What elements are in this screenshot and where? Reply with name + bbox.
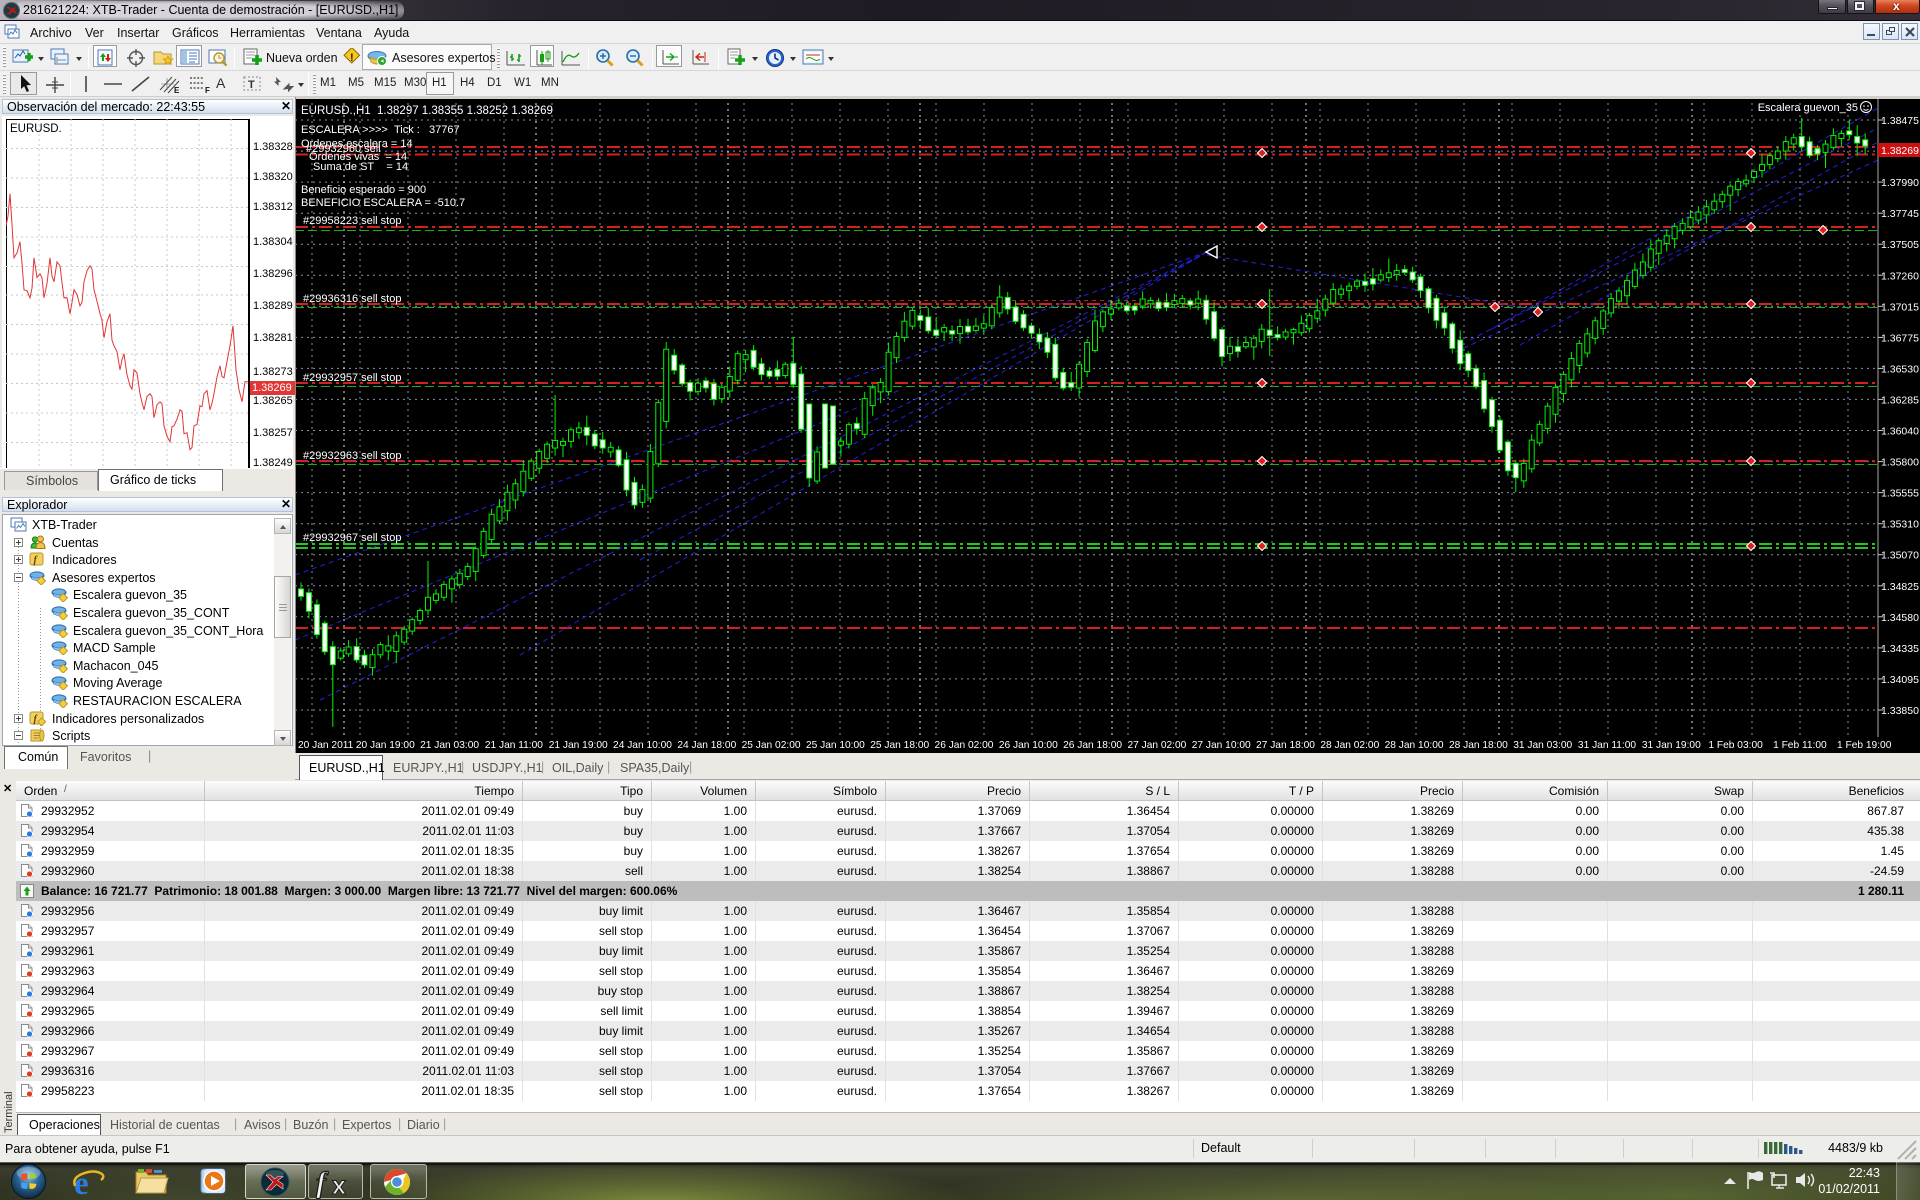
svg-text:28 Jan 02:00: 28 Jan 02:00 [1320, 740, 1379, 751]
svg-text:25 Jan 10:00: 25 Jan 10:00 [806, 740, 865, 751]
svg-text:1.36775: 1.36775 [1881, 332, 1919, 344]
svg-text:1.37015: 1.37015 [1881, 301, 1919, 313]
svg-text:1 Feb 19:00: 1 Feb 19:00 [1837, 740, 1892, 751]
svg-text:26 Jan 18:00: 26 Jan 18:00 [1063, 740, 1122, 751]
svg-text:1.38475: 1.38475 [1881, 115, 1919, 127]
svg-text:21 Jan 19:00: 21 Jan 19:00 [549, 740, 608, 751]
svg-text:20 Jan 19:00: 20 Jan 19:00 [356, 740, 415, 751]
svg-text:1.37990: 1.37990 [1881, 177, 1919, 189]
svg-text:1.36530: 1.36530 [1881, 363, 1919, 375]
svg-text:EURUSD.: EURUSD. [10, 123, 62, 135]
svg-text:1.35800: 1.35800 [1881, 457, 1919, 469]
svg-text:#29936316 sell stop: #29936316 sell stop [303, 293, 401, 305]
svg-text:24 Jan 18:00: 24 Jan 18:00 [677, 740, 736, 751]
svg-text:1.38269: 1.38269 [1881, 145, 1919, 157]
svg-text:1.37745: 1.37745 [1881, 208, 1919, 220]
svg-text:27 Jan 18:00: 27 Jan 18:00 [1256, 740, 1315, 751]
svg-text:ESCALERA >>>> Tick : 37767: ESCALERA >>>> Tick : 37767 [301, 124, 460, 136]
svg-text:1.36285: 1.36285 [1881, 394, 1919, 406]
svg-text:#29932963 sell stop: #29932963 sell stop [303, 450, 401, 462]
svg-text:25 Jan 18:00: 25 Jan 18:00 [870, 740, 929, 751]
svg-text:#29932957 sell stop: #29932957 sell stop [303, 372, 401, 384]
svg-text:26 Jan 02:00: 26 Jan 02:00 [935, 740, 994, 751]
svg-text:1.34580: 1.34580 [1881, 612, 1919, 624]
svg-text:BENEFICIO ESCALERA = -510.7: BENEFICIO ESCALERA = -510.7 [301, 197, 465, 209]
svg-text:x: x [332, 1172, 346, 1199]
svg-text:#29958223 sell stop: #29958223 sell stop [303, 215, 401, 227]
svg-text:EURUSD.,H1 1.38297 1.38355 1.: EURUSD.,H1 1.38297 1.38355 1.38252 1.382… [301, 105, 553, 117]
svg-text:1.35070: 1.35070 [1881, 550, 1919, 562]
svg-text:21 Jan 11:00: 21 Jan 11:00 [485, 740, 543, 751]
svg-text:28 Jan 10:00: 28 Jan 10:00 [1385, 740, 1444, 751]
svg-text:1.36040: 1.36040 [1881, 426, 1919, 438]
svg-text:!: ! [350, 52, 354, 64]
svg-text:31 Jan 11:00: 31 Jan 11:00 [1578, 740, 1636, 751]
svg-text:E: E [174, 86, 180, 94]
svg-text:31 Jan 03:00: 31 Jan 03:00 [1513, 740, 1572, 751]
svg-text:24 Jan 10:00: 24 Jan 10:00 [613, 740, 672, 751]
svg-text:1.33850: 1.33850 [1881, 705, 1919, 717]
svg-text:F: F [205, 86, 210, 94]
svg-text:T: T [248, 79, 255, 91]
svg-text:1.35310: 1.35310 [1881, 519, 1919, 531]
svg-text:25 Jan 02:00: 25 Jan 02:00 [742, 740, 801, 751]
svg-text:1.34825: 1.34825 [1881, 581, 1919, 593]
svg-text:28 Jan 18:00: 28 Jan 18:00 [1449, 740, 1508, 751]
svg-text:1.37260: 1.37260 [1881, 270, 1919, 282]
svg-text:1.34335: 1.34335 [1881, 643, 1919, 655]
svg-text:Escalera guevon_35: Escalera guevon_35 [1758, 102, 1858, 114]
svg-text:1 Feb 11:00: 1 Feb 11:00 [1773, 740, 1827, 751]
svg-text:20 Jan 2011: 20 Jan 2011 [298, 740, 354, 751]
svg-text:1.34095: 1.34095 [1881, 674, 1919, 686]
svg-text:1.37505: 1.37505 [1881, 239, 1919, 251]
svg-text:31 Jan 19:00: 31 Jan 19:00 [1642, 740, 1701, 751]
svg-text:27 Jan 02:00: 27 Jan 02:00 [1127, 740, 1186, 751]
svg-text:26 Jan 10:00: 26 Jan 10:00 [999, 740, 1058, 751]
svg-text:Beneficio esperado = 900: Beneficio esperado = 900 [301, 184, 426, 196]
svg-text:f: f [316, 1166, 329, 1199]
svg-text:27 Jan 10:00: 27 Jan 10:00 [1192, 740, 1251, 751]
svg-text:1 Feb 03:00: 1 Feb 03:00 [1708, 740, 1763, 751]
svg-text:1.35555: 1.35555 [1881, 488, 1919, 500]
svg-text:21 Jan 03:00: 21 Jan 03:00 [420, 740, 479, 751]
svg-text:#29932967 sell stop: #29932967 sell stop [303, 532, 401, 544]
svg-text:Suma de ST = 14: Suma de ST = 14 [313, 161, 408, 173]
svg-text:e: e [74, 1166, 89, 1198]
